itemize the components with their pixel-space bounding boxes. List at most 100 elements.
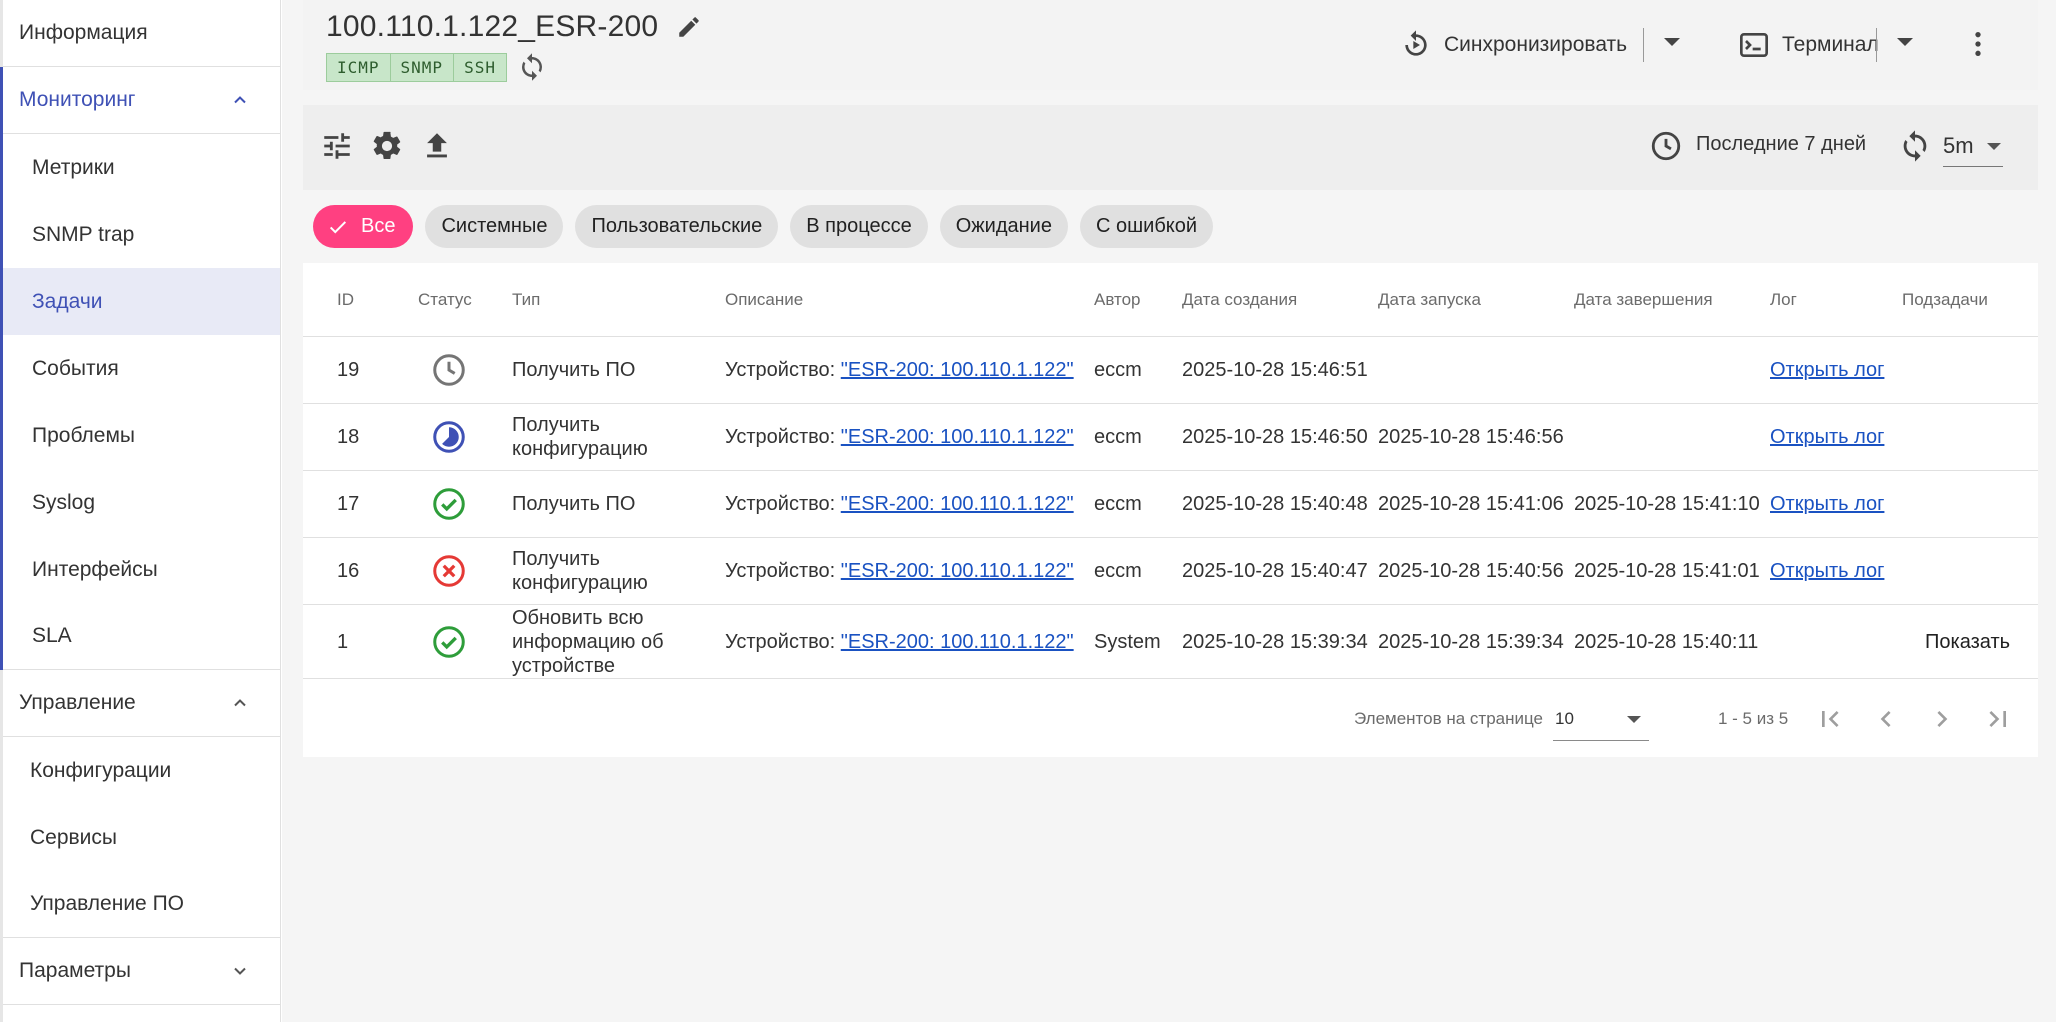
refresh-interval-select[interactable]: 5m: [1943, 125, 2003, 167]
refresh-icon[interactable]: [1898, 129, 1932, 163]
column-header-id[interactable]: ID: [337, 263, 354, 336]
cell-id: 19: [337, 359, 360, 381]
cell-created: 2025-10-28 15:40:48: [1182, 493, 1368, 515]
cell-started: 2025-10-28 15:46:56: [1378, 426, 1564, 448]
column-header-description[interactable]: Описание: [725, 263, 803, 336]
period-selector[interactable]: Последние 7 дней: [1696, 133, 1866, 156]
chevron-up-icon: [234, 699, 246, 707]
sidebar-item-configurations[interactable]: Конфигурации: [3, 737, 280, 804]
next-page-icon[interactable]: [1926, 703, 1958, 735]
device-link[interactable]: "ESR-200: 100.110.1.122": [841, 630, 1074, 654]
sidebar-section-info[interactable]: Информация: [3, 0, 280, 67]
sidebar-section-management[interactable]: Управление: [3, 670, 280, 737]
status-cell: [431, 605, 467, 678]
prev-page-icon[interactable]: [1870, 703, 1902, 735]
table-row[interactable]: 18 Получить конфигурацию Устройство: "ES…: [303, 403, 2038, 470]
sidebar-item-problems[interactable]: Проблемы: [3, 402, 280, 469]
sidebar-item-label: Управление ПО: [30, 892, 185, 915]
device-link[interactable]: "ESR-200: 100.110.1.122": [841, 559, 1074, 583]
open-log-link[interactable]: Открыть лог: [1770, 425, 1884, 449]
refresh-availability-icon[interactable]: [517, 52, 547, 82]
cell-id: 18: [337, 426, 360, 448]
tune-icon[interactable]: [320, 129, 354, 163]
terminal-menu-chevron-down-icon[interactable]: [1897, 38, 1913, 46]
clock-icon: [1651, 131, 1681, 161]
terminal-button-label: Терминал: [1782, 33, 1879, 56]
table-row[interactable]: 19 Получить ПО Устройство: "ESR-200: 100…: [303, 336, 2038, 403]
sidebar-item-tasks[interactable]: Задачи: [3, 268, 280, 335]
edit-icon[interactable]: [676, 14, 702, 40]
column-header-subtasks[interactable]: Подзадачи: [1902, 263, 1988, 336]
more-vert-icon[interactable]: [1962, 28, 1994, 60]
sidebar-item-interfaces[interactable]: Интерфейсы: [3, 536, 280, 603]
in-progress-icon: [433, 421, 465, 453]
column-header-type[interactable]: Тип: [512, 263, 540, 336]
sidebar-item-sla[interactable]: SLA: [3, 603, 280, 670]
sidebar-item-services[interactable]: Сервисы: [3, 804, 280, 871]
sidebar-section-params[interactable]: Параметры: [3, 938, 280, 1005]
column-header-log[interactable]: Лог: [1770, 263, 1797, 336]
chevron-down-icon: [234, 967, 246, 975]
cell-created: 2025-10-28 15:46:50: [1182, 426, 1368, 448]
device-link[interactable]: "ESR-200: 100.110.1.122": [841, 492, 1074, 516]
table-row[interactable]: 17 Получить ПО Устройство: "ESR-200: 100…: [303, 470, 2038, 537]
chip-user[interactable]: Пользовательские: [575, 205, 779, 248]
sidebar-item-snmp-trap[interactable]: SNMP trap: [3, 201, 280, 268]
chip-label: В процессе: [806, 215, 912, 237]
success-check-icon: [433, 625, 465, 658]
table-row[interactable]: 1 Обновить всю информацию об устройстве …: [303, 604, 2038, 678]
column-header-author[interactable]: Автор: [1094, 263, 1141, 336]
chip-label: Системные: [441, 215, 548, 237]
sidebar-item-label: Интерфейсы: [32, 557, 158, 581]
sidebar-item-label: Задачи: [32, 289, 103, 313]
open-log-link[interactable]: Открыть лог: [1770, 492, 1884, 516]
last-page-icon[interactable]: [1982, 703, 2014, 735]
column-header-status[interactable]: Статус: [418, 263, 472, 336]
cell-type: Обновить всю информацию об устройстве: [512, 606, 664, 677]
sidebar-item-label: События: [32, 356, 119, 380]
open-log-link[interactable]: Открыть лог: [1770, 559, 1884, 583]
column-header-created[interactable]: Дата создания: [1182, 263, 1297, 336]
chip-error[interactable]: С ошибкой: [1079, 205, 1214, 248]
sidebar-item-events[interactable]: События: [3, 335, 280, 402]
cell-created: 2025-10-28 15:40:47: [1182, 560, 1368, 582]
terminal-button[interactable]: Терминал: [1738, 24, 1879, 66]
table-row[interactable]: 16 Получить конфигурацию Устройство: "ES…: [303, 537, 2038, 604]
sidebar-item-metrics[interactable]: Метрики: [3, 134, 280, 201]
device-link[interactable]: "ESR-200: 100.110.1.122": [841, 425, 1074, 449]
chip-all[interactable]: Все: [313, 205, 414, 248]
show-subtasks-button[interactable]: Показать: [1925, 605, 2010, 678]
divider: [1876, 28, 1877, 62]
sync-play-icon: [1405, 30, 1427, 56]
status-cell: [431, 404, 467, 470]
upload-icon[interactable]: [420, 129, 454, 163]
status-cell: [431, 337, 467, 403]
device-header: 100.110.1.122_ESR-200 ICMP SNMP SSH Синх…: [303, 0, 2038, 90]
cell-id: 16: [337, 560, 360, 582]
sidebar-item-label: SLA: [32, 624, 72, 647]
first-page-icon[interactable]: [1814, 703, 1846, 735]
device-link[interactable]: "ESR-200: 100.110.1.122": [841, 358, 1074, 382]
chip-system[interactable]: Системные: [425, 205, 564, 248]
sync-button[interactable]: Синхронизировать: [1400, 24, 1627, 66]
open-log-link[interactable]: Открыть лог: [1770, 358, 1884, 382]
protocol-badge: SSH: [454, 52, 507, 82]
sync-menu-chevron-down-icon[interactable]: [1664, 38, 1680, 46]
check-icon: [329, 220, 347, 233]
sidebar-item-software[interactable]: Управление ПО: [3, 871, 280, 938]
protocol-badges: ICMP SNMP SSH: [326, 52, 547, 82]
chip-waiting[interactable]: Ожидание: [939, 205, 1068, 248]
items-per-page-select[interactable]: 10: [1553, 697, 1649, 741]
settings-icon[interactable]: [370, 129, 404, 163]
sidebar-item-label: Сервисы: [30, 825, 118, 849]
chevron-down-icon: [1627, 716, 1641, 723]
chip-in-progress[interactable]: В процессе: [790, 205, 928, 248]
column-header-started[interactable]: Дата запуска: [1378, 263, 1481, 336]
status-cell: [431, 471, 467, 537]
page-range-label: 1 - 5 из 5: [1718, 708, 1789, 728]
sidebar-item-syslog[interactable]: Syslog: [3, 469, 280, 536]
sidebar-section-monitoring[interactable]: Мониторинг: [3, 67, 280, 134]
column-header-finished[interactable]: Дата завершения: [1574, 263, 1713, 336]
tasks-toolbar: Последние 7 дней 5m: [303, 105, 2038, 190]
chip-label: Пользовательские: [591, 215, 763, 237]
